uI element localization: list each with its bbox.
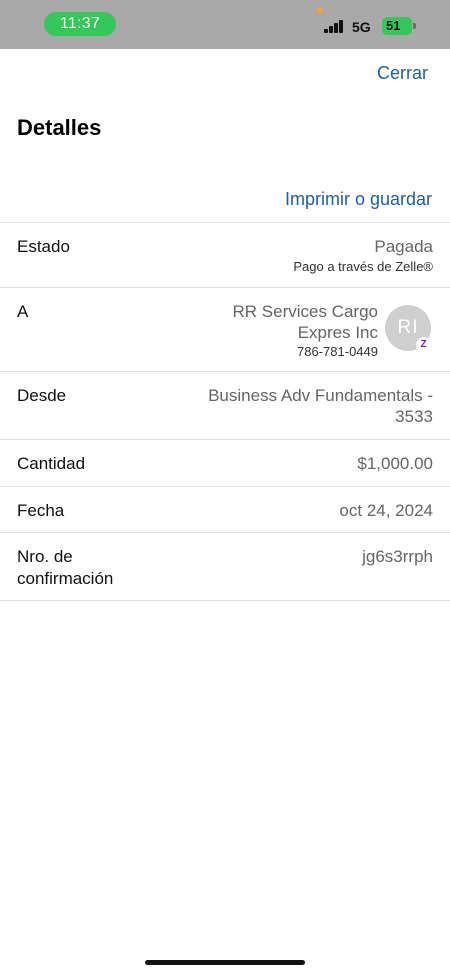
- divider: [0, 287, 450, 288]
- recipient-name-line2: Expres Inc: [297, 323, 378, 342]
- amount-label: Cantidad: [17, 454, 86, 473]
- confirmation-value: jg6s3rrph: [362, 547, 433, 566]
- print-or-save-button[interactable]: Imprimir o guardar: [285, 189, 432, 210]
- divider: [0, 222, 450, 223]
- divider: [0, 439, 450, 440]
- from-value-line1: Business Adv Fundamentals -: [208, 386, 433, 405]
- amount-value: $1,000.00: [357, 454, 433, 473]
- divider: [0, 600, 450, 601]
- from-label: Desde: [17, 386, 67, 405]
- status-value: Pagada: [374, 237, 433, 256]
- status-time[interactable]: 11:37: [44, 12, 116, 36]
- close-button[interactable]: Cerrar: [377, 63, 428, 84]
- network-label: 5G: [352, 19, 371, 35]
- divider: [0, 371, 450, 372]
- camera-indicator-icon: [317, 7, 323, 13]
- recipient-phone: 786-781-0449: [297, 344, 378, 359]
- status-sub: Pago a través de Zelle®: [293, 259, 433, 274]
- confirmation-label-line2: confirmación: [17, 569, 114, 588]
- recipient-name-line1: RR Services Cargo: [232, 302, 379, 321]
- confirmation-label-line1: Nro. de: [17, 547, 73, 566]
- home-indicator[interactable]: [145, 960, 305, 965]
- date-label: Fecha: [17, 501, 65, 520]
- battery-icon: 51: [382, 17, 416, 35]
- signal-strength-icon: [324, 20, 346, 33]
- zelle-badge-icon: Z: [416, 337, 431, 352]
- from-value-line2: 3533: [395, 407, 433, 426]
- divider: [0, 532, 450, 533]
- battery-level: 51: [382, 17, 412, 35]
- recipient-label: A: [17, 302, 29, 321]
- status-label: Estado: [17, 237, 70, 256]
- divider: [0, 486, 450, 487]
- status-bar: 11:37 5G 51: [0, 0, 450, 49]
- page-title: Detalles: [17, 115, 102, 140]
- date-value: oct 24, 2024: [339, 501, 433, 520]
